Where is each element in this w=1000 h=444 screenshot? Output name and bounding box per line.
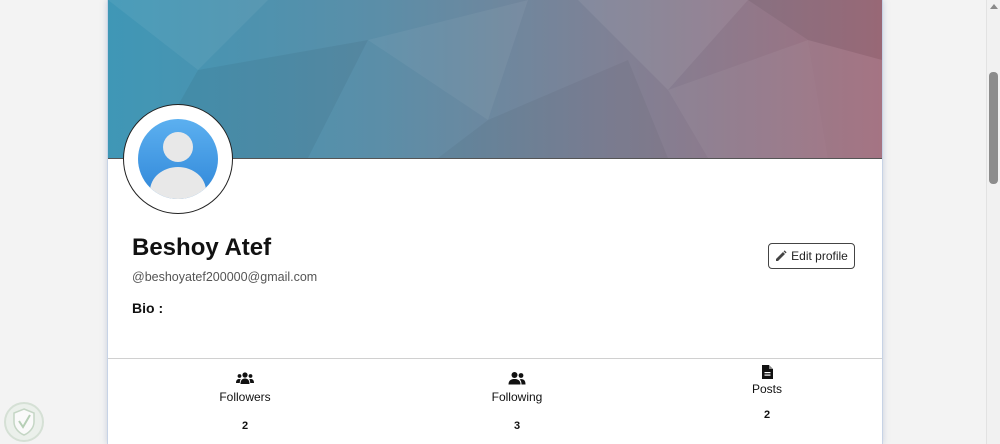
scroll-up-icon[interactable] <box>990 4 998 9</box>
posts-label: Posts <box>751 382 782 396</box>
vertical-scrollbar[interactable] <box>986 0 1000 444</box>
avatar[interactable] <box>123 104 233 214</box>
scroll-thumb[interactable] <box>989 72 998 184</box>
followers-count: 2 <box>241 420 249 432</box>
profile-name: Beshoy Atef <box>132 234 272 261</box>
file-icon <box>761 365 773 379</box>
default-user-avatar-icon <box>138 119 218 199</box>
users-group-icon <box>236 372 254 384</box>
profile-card: Beshoy Atef @beshoyatef200000@gmail.com … <box>107 0 883 444</box>
edit-profile-button[interactable]: Edit profile <box>768 243 855 269</box>
following-count: 3 <box>513 420 521 432</box>
following-stat[interactable]: Following 3 <box>447 371 587 432</box>
edit-profile-label: Edit profile <box>791 249 848 263</box>
profile-email: @beshoyatef200000@gmail.com <box>132 270 318 284</box>
posts-stat[interactable]: Posts 2 <box>697 365 837 421</box>
bio-label: Bio : <box>132 300 164 316</box>
pencil-icon <box>776 250 787 261</box>
user-friends-icon <box>508 372 526 385</box>
followers-label: Followers <box>219 390 271 404</box>
followers-stat[interactable]: Followers 2 <box>175 371 315 432</box>
stats-divider <box>108 358 882 359</box>
following-label: Following <box>491 390 543 404</box>
shield-watermark-icon <box>4 402 44 442</box>
posts-count: 2 <box>763 409 771 421</box>
